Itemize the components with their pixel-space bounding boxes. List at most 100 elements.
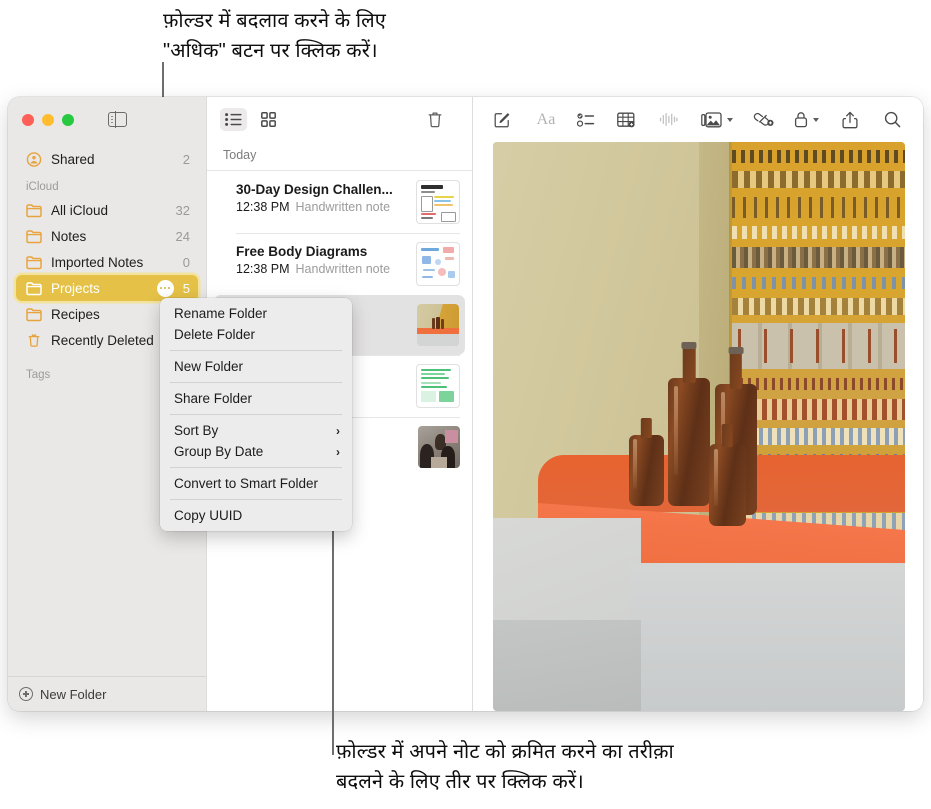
minimize-button[interactable] (42, 113, 54, 126)
lock-glyph (794, 112, 807, 128)
lock-icon[interactable] (793, 106, 819, 134)
sidebar-item-label: Imported Notes (51, 254, 144, 270)
callout-top-text: फ़ोल्डर में बदलाव करने के लिए "अधिक" बटन… (163, 10, 386, 62)
sidebar-toggle-icon[interactable] (108, 111, 127, 128)
gallery-view-glyph (261, 112, 276, 127)
sidebar-item-label: Notes (51, 228, 87, 244)
sidebar-section-icloud: iCloud (26, 181, 59, 193)
media-icon[interactable] (701, 106, 733, 134)
menu-separator (170, 382, 342, 383)
folder-icon (26, 307, 42, 321)
menu-separator (170, 467, 342, 468)
shared-person-icon (26, 151, 42, 167)
search-icon[interactable] (879, 106, 905, 134)
folder-context-menu: Rename Folder Delete Folder New Folder S… (160, 298, 352, 531)
handwritten-doc-thumbnail (416, 180, 460, 224)
compose-icon[interactable] (489, 106, 515, 134)
folder-icon (26, 255, 42, 269)
menu-item-convert-to-smart-folder[interactable]: Convert to Smart Folder (160, 473, 352, 494)
note-detail-toolbar: Aa (473, 97, 923, 142)
sidebar-item-imported-notes[interactable]: Imported Notes 0 (16, 249, 198, 275)
zoom-button[interactable] (62, 113, 74, 126)
menu-item-rename-folder[interactable]: Rename Folder (160, 303, 352, 324)
list-view-glyph (225, 113, 242, 126)
plus-circle-icon (19, 687, 33, 701)
note-list-item[interactable]: 30-Day Design Challen... 12:38 PM Handwri… (207, 171, 472, 233)
delete-note-button[interactable] (421, 108, 448, 131)
sidebar-item-label: Shared (51, 151, 95, 167)
new-folder-label: New Folder (40, 686, 107, 702)
submenu-arrow-icon: › (336, 444, 340, 459)
format-aa-icon[interactable]: Aa (533, 106, 559, 134)
close-button[interactable] (22, 113, 34, 126)
note-text: Free Body Diagrams 12:38 PM Handwritten n… (236, 242, 408, 278)
submenu-arrow-icon: › (336, 423, 340, 438)
menu-item-delete-folder[interactable]: Delete Folder (160, 324, 352, 345)
note-preview: Handwritten note (295, 262, 391, 276)
list-view-icon[interactable] (220, 108, 247, 131)
folder-icon (26, 229, 42, 243)
menu-separator (170, 414, 342, 415)
callout-bottom-text: फ़ोल्डर में अपने नोट को क्रमित करने का त… (336, 741, 674, 793)
sidebar-item-label: All iCloud (51, 202, 109, 218)
table-icon[interactable] (613, 106, 639, 134)
photo-floor (493, 619, 642, 711)
note-time: 12:38 PM (236, 200, 290, 214)
note-photo[interactable] (493, 142, 905, 711)
checklist-glyph (577, 112, 595, 127)
photo-bottle-medium-front (709, 443, 746, 527)
bottles-photo-thumbnail (417, 304, 459, 346)
checklist-icon[interactable] (573, 106, 599, 134)
more-ellipsis-icon[interactable] (156, 279, 174, 297)
waveform-glyph (659, 112, 678, 127)
note-meta: 12:38 PM Handwritten note (236, 261, 408, 278)
folder-icon (26, 281, 42, 295)
green-notes-thumbnail (416, 364, 460, 408)
notes-group-header: Today (207, 142, 472, 171)
sidebar-item-count: 5 (182, 280, 190, 296)
sidebar-item-notes[interactable]: Notes 24 (16, 223, 198, 249)
trash-icon (428, 112, 441, 128)
notes-app-window: Shared 2 iCloud All iCloud 32 Notes 24 I… (8, 97, 923, 711)
link-glyph (753, 112, 774, 126)
menu-separator (170, 350, 342, 351)
trash-icon (28, 334, 40, 347)
lock-chevron-icon (812, 117, 819, 122)
people-photo-thumbnail (418, 426, 460, 468)
folder-icon (26, 203, 42, 217)
note-detail-column: Aa (473, 97, 923, 711)
compose-glyph (494, 112, 510, 127)
menu-item-new-folder[interactable]: New Folder (160, 356, 352, 377)
link-add-icon[interactable] (751, 106, 777, 134)
sidebar-item-count: 0 (182, 254, 190, 270)
media-chevron-icon (727, 117, 733, 122)
sidebar-item-label: Projects (51, 280, 100, 296)
note-title: Free Body Diagrams (236, 244, 368, 259)
gallery-view-icon[interactable] (255, 108, 282, 131)
new-folder-button[interactable]: New Folder (8, 676, 206, 711)
menu-item-share-folder[interactable]: Share Folder (160, 388, 352, 409)
notes-list-toolbar (207, 97, 472, 142)
menu-item-sort-by[interactable]: Sort By › (160, 420, 352, 441)
sidebar-item-all-icloud[interactable]: All iCloud 32 (16, 197, 198, 223)
menu-item-label: Sort By (174, 423, 219, 438)
sidebar-item-count: 32 (175, 202, 190, 218)
note-text: 30-Day Design Challen... 12:38 PM Handwri… (236, 180, 408, 216)
menu-separator (170, 499, 342, 500)
share-icon[interactable] (837, 106, 863, 134)
table-glyph (616, 112, 635, 127)
window-controls (8, 97, 206, 142)
menu-item-label: Group By Date (174, 444, 264, 459)
sidebar-item-count: 24 (175, 228, 190, 244)
sidebar-item-shared[interactable]: Shared 2 (16, 146, 198, 172)
audio-waveform-icon[interactable] (655, 106, 681, 134)
menu-item-group-by-date[interactable]: Group By Date › (160, 441, 352, 462)
note-list-item[interactable]: Free Body Diagrams 12:38 PM Handwritten n… (207, 233, 472, 295)
photo-wall-panel-right (628, 563, 905, 711)
menu-item-copy-uuid[interactable]: Copy UUID (160, 505, 352, 526)
note-meta: 12:38 PM Handwritten note (236, 199, 408, 216)
note-title: 30-Day Design Challen... (236, 182, 393, 197)
photo-bottle-tall-left (668, 342, 711, 507)
sidebar-item-count: 2 (182, 151, 190, 167)
note-detail-body (473, 142, 923, 711)
